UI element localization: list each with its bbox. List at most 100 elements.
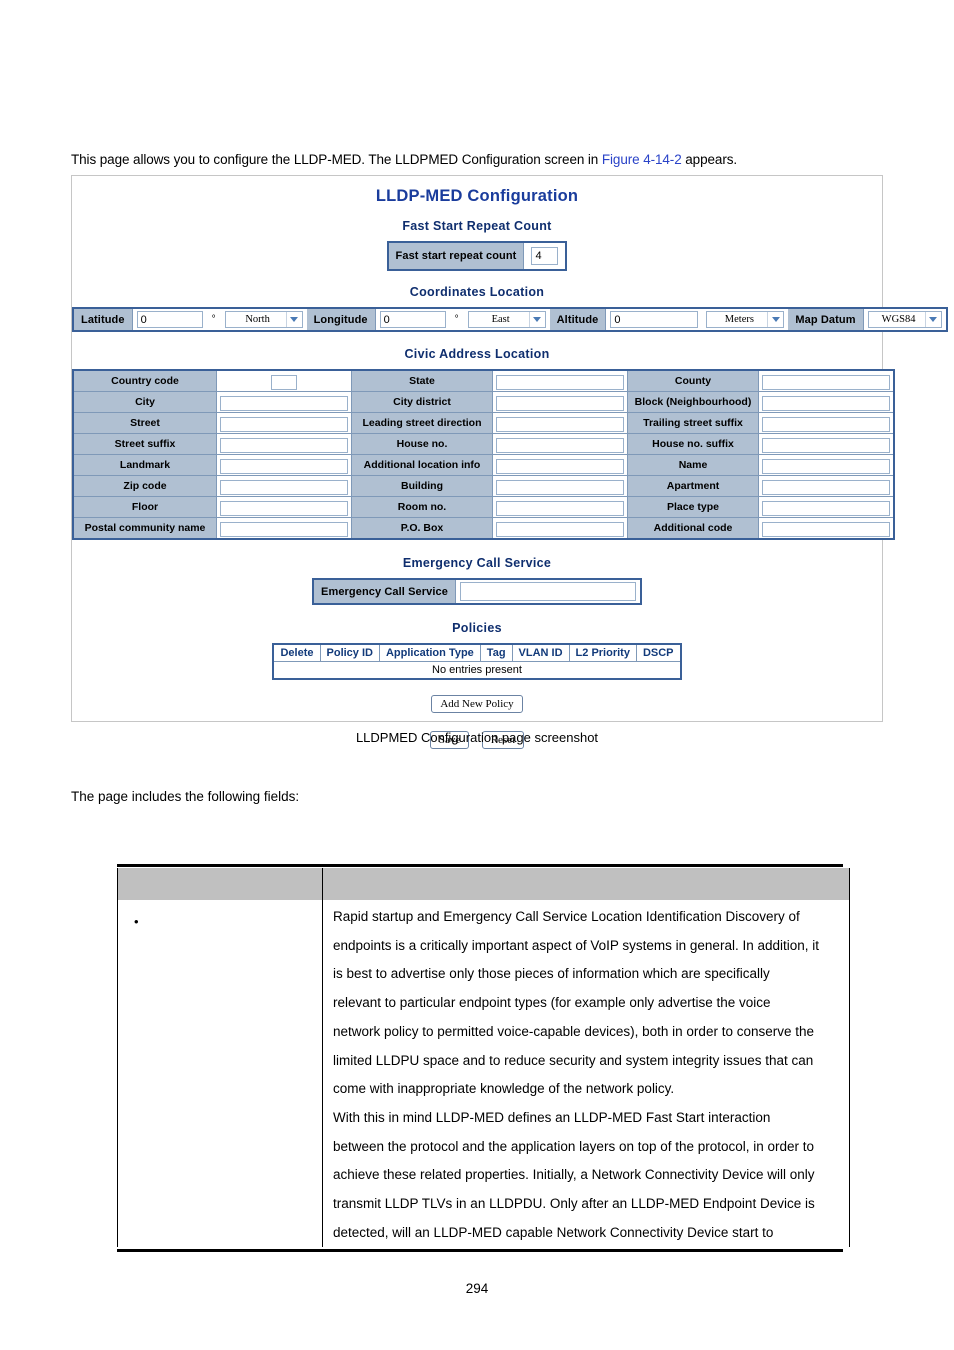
fast-start-widget: Fast start repeat count (386, 241, 568, 271)
description-table-header-row (117, 868, 850, 900)
civic-field-input[interactable] (762, 417, 890, 432)
fast-start-repeat-count-input[interactable] (531, 247, 559, 265)
civic-address-section-heading: Civic Address Location (404, 347, 550, 361)
policies-column-header: Tag (479, 643, 513, 662)
civic-field-cell (492, 369, 628, 392)
civic-field-label: Name (627, 454, 759, 476)
emergency-call-service-input[interactable] (459, 582, 636, 601)
fields-lead-text: The page includes the following fields: (71, 789, 300, 804)
civic-field-input[interactable] (220, 501, 348, 516)
altitude-unit-value: Meters (724, 314, 754, 325)
description-text-cell: Rapid startup and Emergency Call Service… (322, 900, 850, 1248)
altitude-unit-select[interactable]: Meters (706, 311, 785, 328)
civic-field-label: City (72, 391, 217, 413)
civic-field-input[interactable] (762, 396, 890, 411)
map-datum-cell: WGS84 (863, 309, 946, 330)
lldp-med-configuration-figure: LLDP-MED Configuration Fast Start Repeat… (71, 175, 948, 750)
policies-empty-row: No entries present (272, 661, 682, 680)
latitude-direction-select[interactable]: North (224, 311, 303, 328)
emergency-call-label: Emergency Call Service (314, 580, 456, 603)
civic-field-label: State (351, 369, 493, 392)
description-line: detected, will an LLDP-MED capable Netwo… (333, 1224, 774, 1240)
chevron-down-icon (285, 312, 302, 327)
description-line: Rapid startup and Emergency Call Service… (333, 909, 800, 924)
civic-field-label: Apartment (627, 475, 759, 497)
civic-field-cell (758, 391, 895, 413)
civic-field-input[interactable] (762, 501, 890, 516)
civic-field-input[interactable] (220, 417, 348, 432)
altitude-label: Altitude (549, 309, 607, 330)
civic-field-input[interactable] (220, 459, 348, 474)
civic-field-label: Additional location info (351, 454, 493, 476)
figure-caption: LLDPMED Configuration page screenshot (355, 730, 599, 745)
civic-field-input[interactable] (496, 522, 624, 537)
civic-field-cell (216, 454, 352, 476)
altitude-input[interactable] (610, 311, 699, 328)
civic-field-cell (216, 412, 352, 434)
civic-field-label: County (627, 369, 759, 392)
civic-field-input[interactable] (496, 417, 624, 432)
coordinates-widget: Latitude ° North Longitude ° (72, 307, 948, 332)
civic-field-input[interactable] (220, 396, 348, 411)
civic-address-row: Zip code Building Apartment (72, 475, 895, 497)
civic-field-input[interactable] (220, 438, 348, 453)
civic-field-input[interactable] (762, 480, 890, 495)
latitude-direction-value: North (245, 314, 270, 325)
civic-field-input[interactable] (762, 438, 890, 453)
policies-column-header: L2 Priority (568, 643, 637, 662)
policies-column-header: Delete (272, 643, 321, 662)
add-policy-button-bar: Add New Policy (72, 694, 882, 714)
civic-address-row: Postal community name P.O. Box Additional … (72, 517, 895, 540)
description-line: is best to advertise only those pieces o… (333, 966, 770, 982)
civic-field-cell (492, 475, 628, 497)
civic-field-input[interactable] (271, 375, 297, 390)
coordinates-section-heading: Coordinates Location (409, 285, 545, 299)
add-new-policy-button[interactable]: Add New Policy (431, 695, 523, 714)
civic-field-cell (492, 517, 628, 540)
civic-field-input[interactable] (496, 501, 624, 516)
map-datum-select[interactable]: WGS84 (867, 311, 942, 328)
civic-field-input[interactable] (496, 375, 624, 390)
civic-field-input[interactable] (220, 480, 348, 495)
fast-start-input-cell (524, 243, 566, 269)
policies-empty-message: No entries present (272, 661, 682, 680)
emergency-call-section-heading: Emergency Call Service (402, 556, 552, 570)
desc-table-bottom-rule (117, 1249, 843, 1252)
civic-address-row: Landmark Additional location info Name (72, 454, 895, 476)
civic-field-input[interactable] (762, 459, 890, 474)
civic-field-cell (492, 391, 628, 413)
intro-paragraph: This page allows you to configure the LL… (71, 152, 737, 167)
coordinates-row: Latitude ° North Longitude ° (72, 307, 948, 332)
civic-field-input[interactable] (496, 396, 624, 411)
longitude-input-cell (375, 309, 450, 330)
description-bullet-cell: • (117, 900, 323, 1248)
latitude-input[interactable] (136, 311, 203, 328)
civic-field-input[interactable] (496, 438, 624, 453)
figure-reference-link[interactable]: Figure 4-14-2 (602, 152, 682, 167)
description-header-col1 (117, 868, 323, 900)
map-datum-value: WGS84 (881, 314, 916, 325)
civic-field-input[interactable] (220, 522, 348, 537)
emergency-call-row: Emergency Call Service (72, 578, 882, 605)
description-line: achieve these related properties. Initia… (333, 1167, 815, 1183)
civic-field-label: Room no. (351, 496, 493, 518)
description-table: • Rapid startup and Emergency Call Servi… (117, 868, 850, 1248)
fast-start-section-heading: Fast Start Repeat Count (402, 219, 552, 233)
civic-field-cell (216, 369, 352, 392)
page-title: LLDP-MED Configuration (375, 187, 579, 205)
civic-address-row: Floor Room no. Place type (72, 496, 895, 518)
civic-field-input[interactable] (762, 375, 890, 390)
civic-field-input[interactable] (762, 522, 890, 537)
chevron-down-icon (528, 312, 545, 327)
civic-field-input[interactable] (496, 480, 624, 495)
civic-field-label: Block (Neighbourhood) (627, 391, 759, 413)
civic-field-input[interactable] (496, 459, 624, 474)
description-line: limited LLDPU space and to reduce securi… (333, 1052, 814, 1068)
civic-field-label: P.O. Box (351, 517, 493, 540)
longitude-direction-select[interactable]: East (467, 311, 546, 328)
civic-address-table: Country code State County City City district… (72, 369, 895, 540)
longitude-label: Longitude (306, 309, 376, 330)
longitude-input[interactable] (379, 311, 446, 328)
civic-field-cell (758, 475, 895, 497)
description-line: relevant to particular endpoint types (f… (333, 995, 771, 1011)
